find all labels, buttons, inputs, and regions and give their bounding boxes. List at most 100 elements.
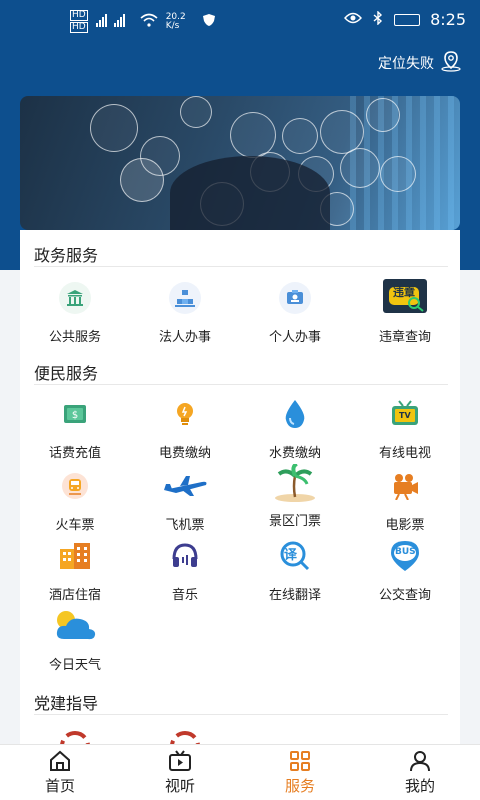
network-node-icon (380, 156, 416, 192)
party-emblem-icon (57, 728, 93, 744)
service-label: 今日天气 (48, 658, 101, 673)
service-label: 有线电视 (378, 446, 431, 461)
film-camera-icon (387, 468, 423, 504)
org-chart-icon (167, 280, 203, 316)
service-label: 酒店住宿 (48, 588, 101, 603)
hotel-icon (57, 538, 93, 574)
service-music[interactable]: 音乐 (130, 538, 240, 608)
headphones-icon (167, 538, 203, 574)
party-item-2[interactable] (130, 728, 240, 744)
home-icon (48, 749, 72, 773)
location-pin-icon (440, 50, 462, 76)
service-label: 火车票 (55, 518, 95, 533)
id-card-icon (277, 280, 313, 316)
violation-badge-icon: 违章 (383, 276, 427, 316)
airplane-icon (160, 468, 210, 504)
eye-icon (344, 12, 362, 27)
translate-icon: 译 (277, 538, 313, 574)
service-label: 电费缴纳 (158, 446, 211, 461)
clock: 8:25 (430, 10, 466, 29)
tab-services[interactable]: 服务 (240, 745, 360, 800)
water-drop-icon (277, 396, 313, 432)
sim1-indicator: HD (70, 10, 88, 21)
tab-label: 首页 (44, 777, 75, 795)
service-label: 在线翻译 (268, 588, 321, 603)
service-label: 个人办事 (268, 330, 321, 345)
battery-icon (394, 13, 421, 26)
service-movie-ticket[interactable]: 电影票 (350, 468, 460, 538)
service-label: 话费充值 (48, 446, 101, 461)
user-icon (408, 749, 432, 773)
tv-badge-text: TV (399, 411, 411, 420)
tab-profile[interactable]: 我的 (360, 745, 480, 800)
section-title-life: 便民服务 (34, 364, 99, 383)
tab-home[interactable]: 首页 (0, 745, 120, 800)
service-personal[interactable]: 个人办事 (240, 280, 350, 350)
service-flight-ticket[interactable]: 飞机票 (130, 468, 240, 538)
grid-icon (288, 749, 312, 773)
service-scenic-ticket[interactable]: 景区门票 (240, 464, 350, 534)
video-icon (168, 749, 192, 773)
section-title-party: 党建指导 (34, 694, 99, 713)
service-weather[interactable]: 今日天气 (20, 608, 130, 678)
network-node-icon (90, 104, 138, 152)
network-node-icon (340, 148, 380, 188)
weather-icon (51, 608, 99, 644)
bluetooth-icon (372, 10, 384, 28)
service-cable-tv[interactable]: TV 有线电视 (350, 396, 460, 466)
service-water[interactable]: 水费缴纳 (240, 396, 350, 466)
tab-label: 视听 (164, 777, 195, 795)
service-label: 飞机票 (165, 518, 205, 533)
network-node-icon (180, 96, 212, 128)
location-button[interactable]: 定位失败 (378, 50, 462, 76)
service-label: 公交查询 (378, 588, 431, 603)
service-label: 电影票 (385, 518, 425, 533)
translate-badge-text: 译 (284, 548, 298, 563)
service-hotel[interactable]: 酒店住宿 (20, 538, 130, 608)
bus-badge-text: BUS (395, 547, 416, 557)
network-node-icon (366, 98, 400, 132)
services-panel: 政务服务 公共服务 法人办事 个人办事 违章 违章查询 便民服务 $ 话费充值 (20, 230, 460, 744)
service-translate[interactable]: 译 在线翻译 (240, 538, 350, 608)
service-label: 水费缴纳 (268, 446, 321, 461)
status-bar: HD HD 20.2 K/s 8:25 (0, 0, 480, 40)
service-phone-topup[interactable]: $ 话费充值 (20, 396, 130, 466)
net-speed: 20.2 K/s (165, 11, 186, 31)
service-label: 公共服务 (48, 330, 101, 345)
lightbulb-icon (167, 396, 203, 432)
banner-image[interactable] (20, 96, 460, 230)
signal-icon (95, 13, 132, 30)
network-node-icon (282, 118, 318, 154)
tab-video[interactable]: 视听 (120, 745, 240, 800)
wifi-icon (140, 13, 158, 30)
service-label: 景区门票 (268, 514, 321, 529)
service-label: 违章查询 (378, 330, 431, 345)
party-emblem-icon (167, 728, 203, 744)
tab-label: 服务 (284, 777, 315, 795)
divider (34, 384, 448, 385)
sim2-indicator: HD (70, 22, 88, 33)
service-label: 音乐 (171, 588, 198, 603)
service-legal-person[interactable]: 法人办事 (130, 280, 240, 350)
violation-badge-text: 违章 (393, 286, 415, 299)
location-label: 定位失败 (378, 56, 434, 72)
party-item-1[interactable] (20, 728, 130, 744)
service-electricity[interactable]: 电费缴纳 (130, 396, 240, 466)
bank-icon (57, 280, 93, 316)
tab-label: 我的 (404, 777, 435, 795)
service-bus[interactable]: BUS 公交查询 (350, 538, 460, 608)
divider (34, 266, 448, 267)
service-label: 法人办事 (158, 330, 211, 345)
dollar-note-icon: $ (57, 396, 93, 432)
divider (34, 714, 448, 715)
section-title-gov: 政务服务 (34, 246, 99, 265)
bottom-tab-bar: 首页 视听 服务 我的 (0, 744, 480, 800)
shield-icon (202, 13, 216, 30)
svg-text:$: $ (72, 410, 78, 421)
tv-icon: TV (387, 396, 423, 432)
bus-pin-icon: BUS (387, 538, 423, 574)
train-icon (57, 468, 93, 504)
service-violation[interactable]: 违章 违章查询 (350, 276, 460, 346)
service-train-ticket[interactable]: 火车票 (20, 468, 130, 538)
service-public[interactable]: 公共服务 (20, 280, 130, 350)
